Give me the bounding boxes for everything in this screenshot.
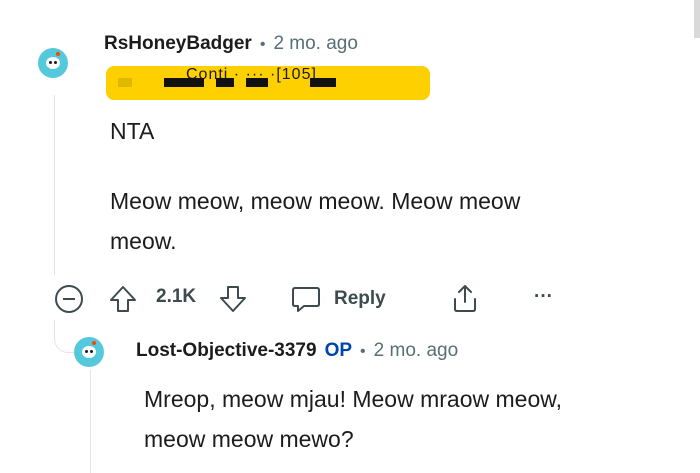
separator-dot: •: [259, 36, 266, 53]
reply-avatar[interactable]: [74, 337, 104, 367]
upvote-arrow-icon: [110, 286, 136, 312]
comment-body-line-1: NTA: [110, 118, 155, 144]
reply-button[interactable]: Reply: [290, 284, 386, 314]
vote-count: 2.1K: [156, 286, 197, 307]
upvote-button[interactable]: [108, 284, 138, 314]
share-icon: [454, 285, 476, 312]
chat-bubble-icon: [292, 287, 320, 312]
reply-username[interactable]: Lost-Objective-3379: [136, 340, 317, 362]
comment-body-line-3: meow.: [110, 228, 177, 254]
snoo-icon: [46, 57, 60, 69]
thread-line[interactable]: [54, 95, 55, 275]
username[interactable]: RsHoneyBadger: [104, 33, 252, 55]
ellipsis-icon: ···: [534, 286, 553, 307]
separator-dot: •: [360, 343, 366, 360]
reply-body-line-2: meow meow mewo?: [144, 426, 354, 452]
reply-thread-line[interactable]: [90, 370, 91, 473]
comment-meta: RsHoneyBadger • 2 mo. ago: [104, 33, 358, 55]
scrollbar[interactable]: [694, 0, 700, 38]
collapse-button[interactable]: [54, 284, 84, 314]
avatar[interactable]: [38, 48, 68, 78]
comment-actions: 2.1K Reply ···: [54, 280, 574, 316]
downvote-arrow-icon: [220, 286, 246, 312]
reply-timestamp[interactable]: 2 mo. ago: [374, 340, 459, 362]
share-button[interactable]: [450, 282, 480, 314]
reply-body-line-1: Mreop, meow mjau! Meow mraow meow,: [144, 386, 562, 412]
user-flair: Conti · ··· ·[105]: [106, 66, 430, 100]
snoo-icon: [82, 346, 96, 358]
downvote-button[interactable]: [218, 284, 248, 314]
reply-label: Reply: [334, 288, 386, 309]
op-badge: OP: [324, 340, 353, 361]
minus-circle-icon: [55, 285, 83, 313]
reply-meta: Lost-Objective-3379 OP • 2 mo. ago: [136, 340, 458, 362]
comment-body-line-2: Meow meow, meow meow. Meow meow: [110, 188, 521, 214]
timestamp[interactable]: 2 mo. ago: [273, 33, 358, 55]
more-options-button[interactable]: ···: [534, 286, 553, 308]
